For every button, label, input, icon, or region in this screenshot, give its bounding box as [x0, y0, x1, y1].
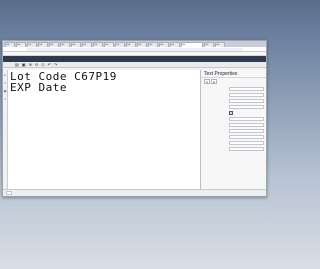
browser-tab[interactable]: Tab — [159, 42, 169, 47]
property-checkbox[interactable]: ✓ — [229, 110, 233, 115]
browser-tab[interactable]: Tab — [181, 42, 203, 47]
zoom-fit-icon[interactable]: ⊙ — [41, 62, 44, 68]
property-row — [201, 146, 266, 151]
panel-tabs: A Q — [201, 78, 266, 85]
status-bar — [3, 189, 266, 196]
property-field[interactable] — [229, 122, 264, 127]
undo-icon[interactable]: ↶ — [48, 62, 51, 68]
save-icon[interactable]: ▣ — [22, 62, 26, 68]
browser-tab[interactable]: Tab — [115, 42, 125, 47]
property-row — [201, 86, 266, 91]
browser-tab[interactable]: Tab — [170, 42, 180, 47]
property-field[interactable] — [229, 92, 264, 97]
property-field[interactable] — [229, 86, 264, 91]
label-canvas[interactable]: Lot Code C67P19 EXP Date — [8, 70, 201, 189]
property-field[interactable] — [229, 116, 264, 121]
property-row — [201, 122, 266, 127]
browser-tab[interactable]: Tab — [60, 42, 70, 47]
shape-tool-icon[interactable]: □ — [4, 97, 6, 101]
browser-tab[interactable]: Tab — [27, 42, 37, 47]
property-rows: ✓ — [201, 85, 266, 151]
editor-toolbar: ▤ ▣ ⊕ ⊖ ⊙ ↶ ↷ — [3, 62, 266, 68]
property-field[interactable] — [229, 140, 264, 145]
property-row — [201, 140, 266, 145]
property-field[interactable] — [229, 98, 264, 103]
property-row — [201, 134, 266, 139]
browser-tab[interactable]: Tab — [137, 42, 147, 47]
document-icon[interactable]: ▤ — [15, 62, 19, 68]
browser-tab[interactable]: Tab — [126, 42, 136, 47]
property-row — [201, 104, 266, 109]
property-field[interactable] — [229, 128, 264, 133]
label-text-exp-date[interactable]: EXP Date — [8, 82, 200, 93]
browser-tab[interactable]: Tab — [5, 42, 15, 47]
zoom-out-icon[interactable]: ⊖ — [35, 62, 38, 68]
panel-tab-text[interactable]: A — [204, 79, 210, 84]
property-row: ✓ — [201, 110, 266, 115]
redo-icon[interactable]: ↷ — [54, 62, 57, 68]
select-tool-icon[interactable]: ▸ — [4, 73, 6, 77]
status-chip — [6, 191, 12, 195]
browser-window: Tab Tab Tab Tab Tab Tab Tab Tab Tab Tab Tab Tab Tab T… — [2, 40, 267, 197]
property-row — [201, 98, 266, 103]
browser-tab[interactable]: Tab — [38, 42, 48, 47]
workspace: ▸ T ▦ □ Lot Code C67P19 EXP Date Text Pr… — [3, 70, 266, 189]
property-row — [201, 116, 266, 121]
browser-tab[interactable]: Tab — [104, 42, 114, 47]
browser-tab[interactable]: Tab — [204, 42, 214, 47]
property-field[interactable] — [229, 104, 264, 109]
property-field[interactable] — [229, 146, 264, 151]
property-row — [201, 128, 266, 133]
browser-tab[interactable]: Tab — [93, 42, 103, 47]
barcode-tool-icon[interactable]: ▦ — [4, 89, 7, 93]
app-logo — [6, 57, 20, 61]
properties-panel: Text Properties A Q ✓ — [201, 70, 266, 189]
browser-tab[interactable]: Tab — [16, 42, 26, 47]
browser-tab[interactable]: Tab — [82, 42, 92, 47]
browser-tab[interactable]: Tab — [148, 42, 158, 47]
text-tool-icon[interactable]: T — [4, 81, 6, 85]
property-row — [201, 92, 266, 97]
browser-tab[interactable]: Tab — [49, 42, 59, 47]
property-field[interactable] — [229, 134, 264, 139]
url-field[interactable] — [26, 47, 243, 51]
panel-title: Text Properties — [201, 70, 266, 78]
panel-tab-settings[interactable]: Q — [211, 79, 217, 84]
zoom-in-icon[interactable]: ⊕ — [29, 62, 32, 68]
browser-tab[interactable]: Tab — [215, 42, 225, 47]
browser-tab[interactable]: Tab — [71, 42, 81, 47]
